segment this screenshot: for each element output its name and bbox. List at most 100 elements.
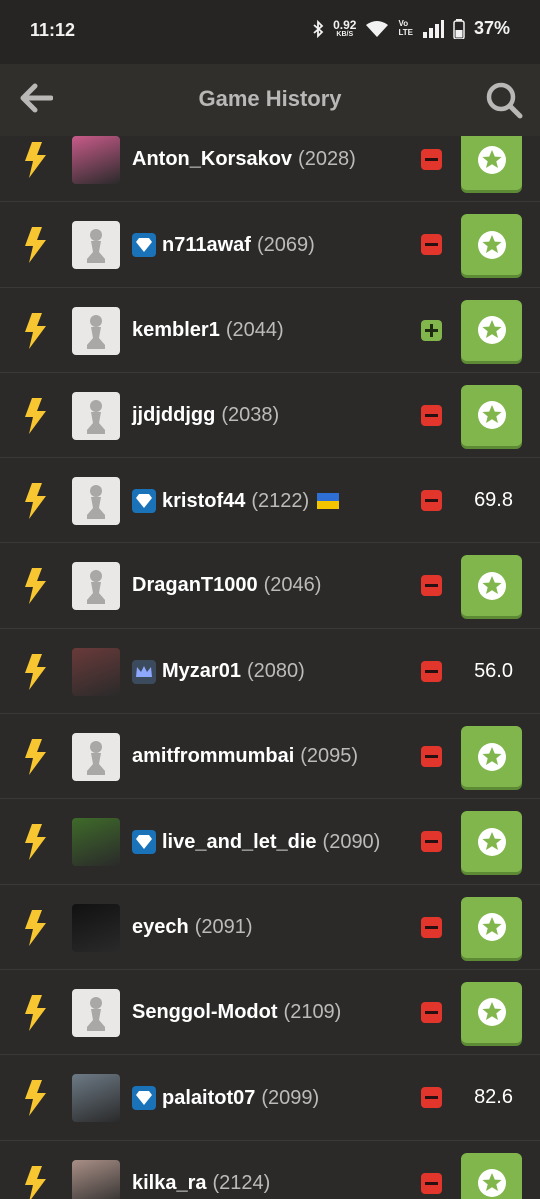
player-info: DraganT1000 (2046) [132, 574, 321, 597]
avatar[interactable] [72, 818, 120, 867]
username[interactable]: amitfrommumbai [132, 745, 294, 768]
username[interactable]: Senggol-Modot [132, 1001, 278, 1024]
review-game-button[interactable] [461, 555, 522, 617]
username[interactable]: jjdjddjgg [132, 404, 215, 427]
diamond-membership-icon [132, 489, 156, 514]
avatar[interactable] [72, 647, 120, 696]
player-info: amitfrommumbai (2095) [132, 745, 358, 768]
avatar[interactable] [72, 988, 120, 1037]
crown-membership-icon [132, 659, 156, 684]
game-row[interactable]: palaitot07 (2099) 82.6 [0, 1055, 540, 1141]
review-game-button[interactable] [461, 896, 522, 958]
review-game-button[interactable] [461, 299, 522, 361]
username[interactable]: palaitot07 [162, 1087, 255, 1110]
app-header: Game History [0, 64, 540, 136]
player-info: palaitot07 (2099) [132, 1086, 320, 1111]
username[interactable]: eyech [132, 916, 189, 939]
avatar[interactable] [72, 306, 120, 355]
game-row[interactable]: Senggol-Modot (2109) [0, 970, 540, 1056]
avatar[interactable] [72, 221, 120, 270]
rating: (2124) [212, 1171, 271, 1194]
diamond-membership-icon [132, 830, 156, 855]
search-button[interactable] [480, 76, 528, 124]
game-row[interactable]: jjdjddjgg (2038) [0, 373, 540, 459]
page-title: Game History [198, 86, 342, 111]
game-row[interactable]: kembler1 (2044) [0, 288, 540, 373]
bullet-bolt-icon [25, 483, 46, 520]
game-row[interactable]: n711awaf (2069) [0, 202, 540, 288]
rating: (2099) [261, 1086, 320, 1109]
bullet-bolt-icon [25, 397, 46, 434]
status-icons: 0.92 KB/S Vo LTE 37% [312, 18, 510, 39]
rating: (2046) [263, 574, 322, 597]
star-icon [477, 742, 506, 771]
game-row[interactable]: DraganT1000 (2046) [0, 543, 540, 629]
star-icon [477, 316, 506, 345]
bullet-bolt-icon [25, 653, 46, 690]
loss-icon [421, 660, 442, 682]
avatar[interactable] [72, 903, 120, 952]
rating: (2044) [225, 318, 284, 341]
game-row[interactable]: kristof44 (2122) 69.8 [0, 458, 540, 544]
diamond-membership-icon [132, 1086, 156, 1111]
username[interactable]: kristof44 [162, 490, 245, 513]
review-game-button[interactable] [461, 384, 522, 446]
loss-icon [421, 746, 442, 768]
network-speed: 0.92 KB/S [333, 18, 357, 38]
review-game-button[interactable] [461, 981, 522, 1043]
bullet-bolt-icon [25, 1080, 46, 1117]
game-row[interactable]: kilka_ra (2124) [0, 1141, 540, 1199]
rating: (2095) [300, 745, 359, 768]
pawn-icon [87, 314, 105, 349]
username[interactable]: kembler1 [132, 319, 220, 342]
review-game-button[interactable] [461, 811, 522, 873]
avatar[interactable] [72, 477, 120, 526]
username[interactable]: live_and_let_die [162, 831, 317, 854]
game-row[interactable]: Myzar01 (2080) 56.0 [0, 629, 540, 715]
username[interactable]: kilka_ra [132, 1172, 207, 1195]
username[interactable]: Myzar01 [162, 660, 241, 683]
accuracy-score[interactable]: 82.6 [474, 1086, 513, 1109]
loss-icon [421, 1172, 442, 1194]
game-row[interactable]: eyech (2091) [0, 885, 540, 970]
pawn-icon [87, 229, 105, 264]
rating: (2091) [194, 915, 253, 938]
star-icon [477, 913, 506, 942]
avatar[interactable] [72, 1159, 120, 1199]
bullet-bolt-icon [25, 1165, 46, 1199]
player-info: live_and_let_die (2090) [132, 830, 380, 855]
avatar[interactable] [72, 733, 120, 782]
username[interactable]: n711awaf [162, 234, 251, 257]
player-info: Myzar01 (2080) [132, 659, 305, 684]
accuracy-score[interactable]: 69.8 [474, 489, 513, 512]
loss-icon [421, 575, 442, 597]
star-icon [477, 401, 506, 430]
review-game-button[interactable] [461, 1152, 522, 1199]
game-row[interactable]: live_and_let_die (2090) [0, 799, 540, 885]
avatar[interactable] [72, 562, 120, 611]
game-row[interactable]: amitfrommumbai (2095) [0, 714, 540, 800]
star-icon [477, 1169, 506, 1198]
player-info: Senggol-Modot (2109) [132, 1001, 341, 1024]
bullet-bolt-icon [25, 739, 46, 776]
battery-icon [453, 18, 465, 39]
username[interactable]: DraganT1000 [132, 574, 258, 597]
player-info: kembler1 (2044) [132, 319, 284, 342]
star-icon [477, 230, 506, 259]
review-game-button[interactable] [461, 726, 522, 788]
avatar[interactable] [72, 391, 120, 440]
bullet-bolt-icon [25, 909, 46, 946]
avatar[interactable] [72, 1074, 120, 1123]
review-game-button[interactable] [461, 129, 522, 190]
rating: (2080) [246, 660, 305, 683]
loss-icon [421, 490, 442, 512]
win-icon [421, 319, 442, 341]
loss-icon [421, 916, 442, 938]
wifi-icon [366, 20, 389, 37]
bullet-bolt-icon [25, 227, 46, 264]
username[interactable]: Anton_Korsakov [132, 148, 292, 171]
avatar[interactable] [72, 136, 120, 184]
battery-percent: 37% [473, 18, 510, 38]
accuracy-score[interactable]: 56.0 [474, 660, 513, 683]
review-game-button[interactable] [461, 214, 522, 276]
